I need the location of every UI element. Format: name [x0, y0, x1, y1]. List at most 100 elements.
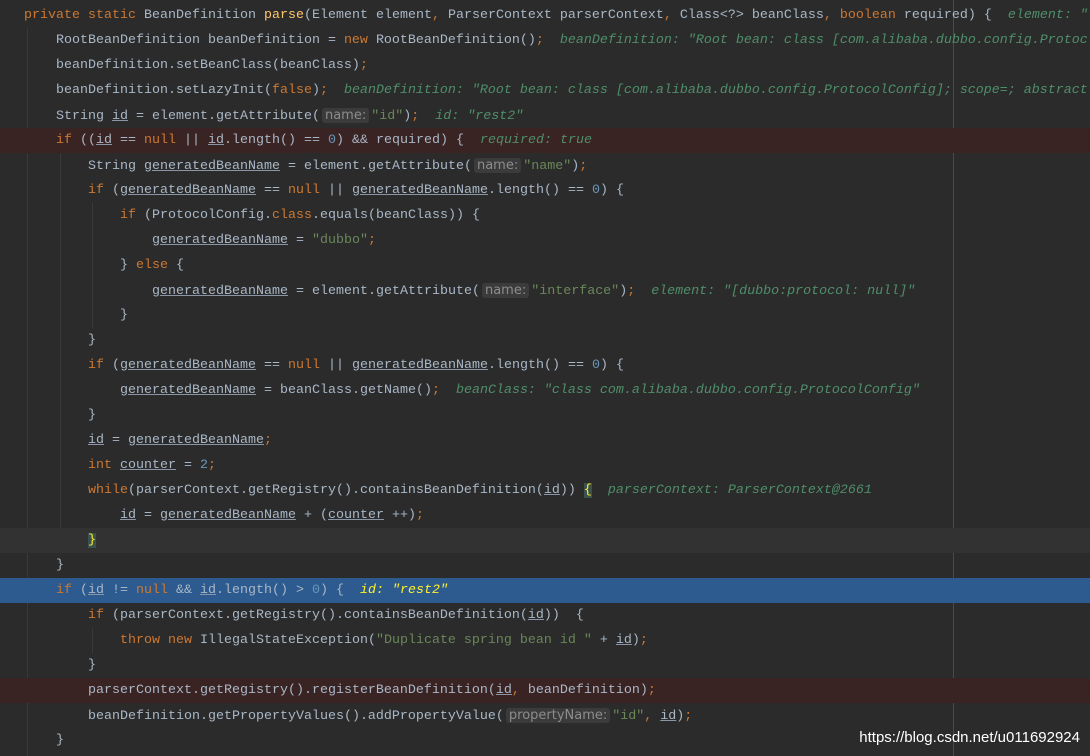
keyword: ; — [208, 458, 216, 473]
variable: id — [208, 133, 224, 148]
number-literal: 0 — [591, 183, 600, 198]
keyword: ; — [627, 284, 636, 299]
variable: id — [88, 583, 104, 598]
keyword: , — [511, 683, 528, 698]
code-text: || — [184, 133, 208, 148]
code-line[interactable]: } — [0, 328, 1090, 353]
code-line[interactable]: beanDefinition.setBeanClass(beanClass); — [0, 53, 1090, 78]
code-text: .length() > — [216, 583, 312, 598]
code-text: .length() == — [224, 133, 328, 148]
debug-inline-value: element: "[dubbo:protocol: null]" — [651, 284, 916, 299]
code-text: ) — [631, 633, 640, 648]
code-text: + — [591, 633, 616, 648]
line-code: } — [88, 328, 96, 353]
parameter-hint: name: — [321, 108, 370, 123]
matched-brace: } — [88, 533, 96, 548]
line-code: while(parserContext.getRegistry().contai… — [88, 478, 872, 503]
variable: id — [88, 433, 104, 448]
debug-inline-value: parserContext: ParserContext@2661 — [607, 483, 872, 498]
code-editor[interactable]: private static BeanDefinition parse(Elem… — [0, 0, 1090, 756]
line-code: } else { — [120, 253, 184, 278]
keyword: ; — [359, 58, 368, 73]
variable: generatedBeanName — [351, 183, 488, 198]
code-text: )) — [559, 483, 584, 498]
number-literal: 0 — [327, 133, 336, 148]
code-line[interactable]: } — [0, 528, 1090, 553]
code-text: String — [88, 159, 144, 174]
code-line[interactable]: id = generatedBeanName; — [0, 428, 1090, 453]
keyword: false — [271, 83, 312, 98]
variable: counter — [120, 458, 176, 473]
code-text: || — [327, 183, 352, 198]
string-literal: "Duplicate spring bean id " — [375, 633, 592, 648]
code-text: Class<?> beanClass — [679, 8, 824, 23]
code-line[interactable]: throw new IllegalStateException("Duplica… — [0, 628, 1090, 653]
code-line[interactable]: if (generatedBeanName == null || generat… — [0, 353, 1090, 378]
code-line-selected[interactable]: if (id != null && id.length() > 0) {id: … — [0, 578, 1090, 603]
code-line[interactable]: } — [0, 403, 1090, 428]
keyword: null — [136, 583, 176, 598]
code-line[interactable]: beanDefinition.setLazyInit(false); beanDe… — [0, 78, 1090, 103]
keyword: if — [56, 583, 80, 598]
code-line[interactable]: String generatedBeanName = element.getAt… — [0, 153, 1090, 178]
code-line[interactable]: } — [0, 553, 1090, 578]
code-text: IllegalStateException( — [199, 633, 376, 648]
keyword: int — [88, 458, 120, 473]
code-text: } — [56, 733, 64, 748]
code-line[interactable]: } — [0, 303, 1090, 328]
keyword: if — [88, 358, 112, 373]
code-line[interactable]: id = generatedBeanName + (counter ++); — [0, 503, 1090, 528]
code-line-breakpoint[interactable]: parserContext.getRegistry().registerBean… — [0, 678, 1090, 703]
code-line[interactable]: if (ProtocolConfig.class.equals(beanClas… — [0, 203, 1090, 228]
code-text: } — [120, 308, 128, 323]
keyword: null — [144, 133, 184, 148]
code-text: beanDefinition.setLazyInit( — [56, 83, 272, 98]
code-text: ) — [311, 83, 320, 98]
code-line[interactable]: generatedBeanName = "dubbo"; — [0, 228, 1090, 253]
code-text: beanDefinition.setBeanClass(beanClass) — [56, 58, 360, 73]
parameter-hint: propertyName: — [505, 708, 611, 723]
code-text: } — [88, 333, 96, 348]
method-name: parse — [263, 8, 304, 23]
code-line[interactable]: int counter = 2; — [0, 453, 1090, 478]
code-line[interactable]: String id = element.getAttribute(name: "i… — [0, 103, 1090, 128]
code-line[interactable]: while(parserContext.getRegistry().contai… — [0, 478, 1090, 503]
debug-inline-value: required: true — [479, 133, 592, 148]
variable: generatedBeanName — [144, 159, 280, 174]
keyword: private static — [24, 8, 144, 23]
code-line[interactable]: if (generatedBeanName == null || generat… — [0, 178, 1090, 203]
code-text: beanDefinition) — [527, 683, 648, 698]
debug-inline-value: beanClass: "class com.alibaba.dubbo.conf… — [455, 383, 920, 398]
code-text: = element.getAttribute( — [287, 284, 480, 299]
code-line[interactable]: RootBeanDefinition beanDefinition = new … — [0, 28, 1090, 53]
matched-brace: { — [583, 483, 592, 498]
code-line[interactable]: } else { — [0, 253, 1090, 278]
code-text: parserContext.getRegistry().registerBean… — [88, 683, 496, 698]
code-text: required) { — [903, 8, 992, 23]
variable: id — [200, 583, 216, 598]
code-text: (ProtocolConfig. — [144, 208, 272, 223]
code-text: ++) — [383, 508, 416, 523]
keyword: ; — [684, 709, 693, 724]
line-code: parserContext.getRegistry().registerBean… — [88, 678, 656, 703]
code-text: = — [104, 433, 128, 448]
keyword: , — [663, 8, 680, 23]
code-text: = element.getAttribute( — [128, 109, 320, 124]
code-text: ) && required) { — [335, 133, 464, 148]
code-line[interactable]: if (parserContext.getRegistry().contains… — [0, 603, 1090, 628]
code-text: = — [136, 508, 160, 523]
keyword: else — [136, 258, 176, 273]
code-line[interactable]: beanDefinition.getPropertyValues().addPr… — [0, 703, 1090, 728]
variable: id — [96, 133, 112, 148]
code-line[interactable]: generatedBeanName = element.getAttribute… — [0, 278, 1090, 303]
code-line[interactable]: private static BeanDefinition parse(Elem… — [0, 3, 1090, 28]
code-text: ParserContext parserContext — [447, 8, 664, 23]
code-text: ( — [112, 183, 120, 198]
variable: generatedBeanName — [351, 358, 488, 373]
keyword: null — [287, 358, 328, 373]
code-line-breakpoint[interactable]: if ((id == null || id.length() == 0) && … — [0, 128, 1090, 153]
code-text: BeanDefinition — [143, 8, 264, 23]
variable: id — [112, 109, 128, 124]
code-line[interactable]: } — [0, 653, 1090, 678]
code-line[interactable]: generatedBeanName = beanClass.getName();… — [0, 378, 1090, 403]
